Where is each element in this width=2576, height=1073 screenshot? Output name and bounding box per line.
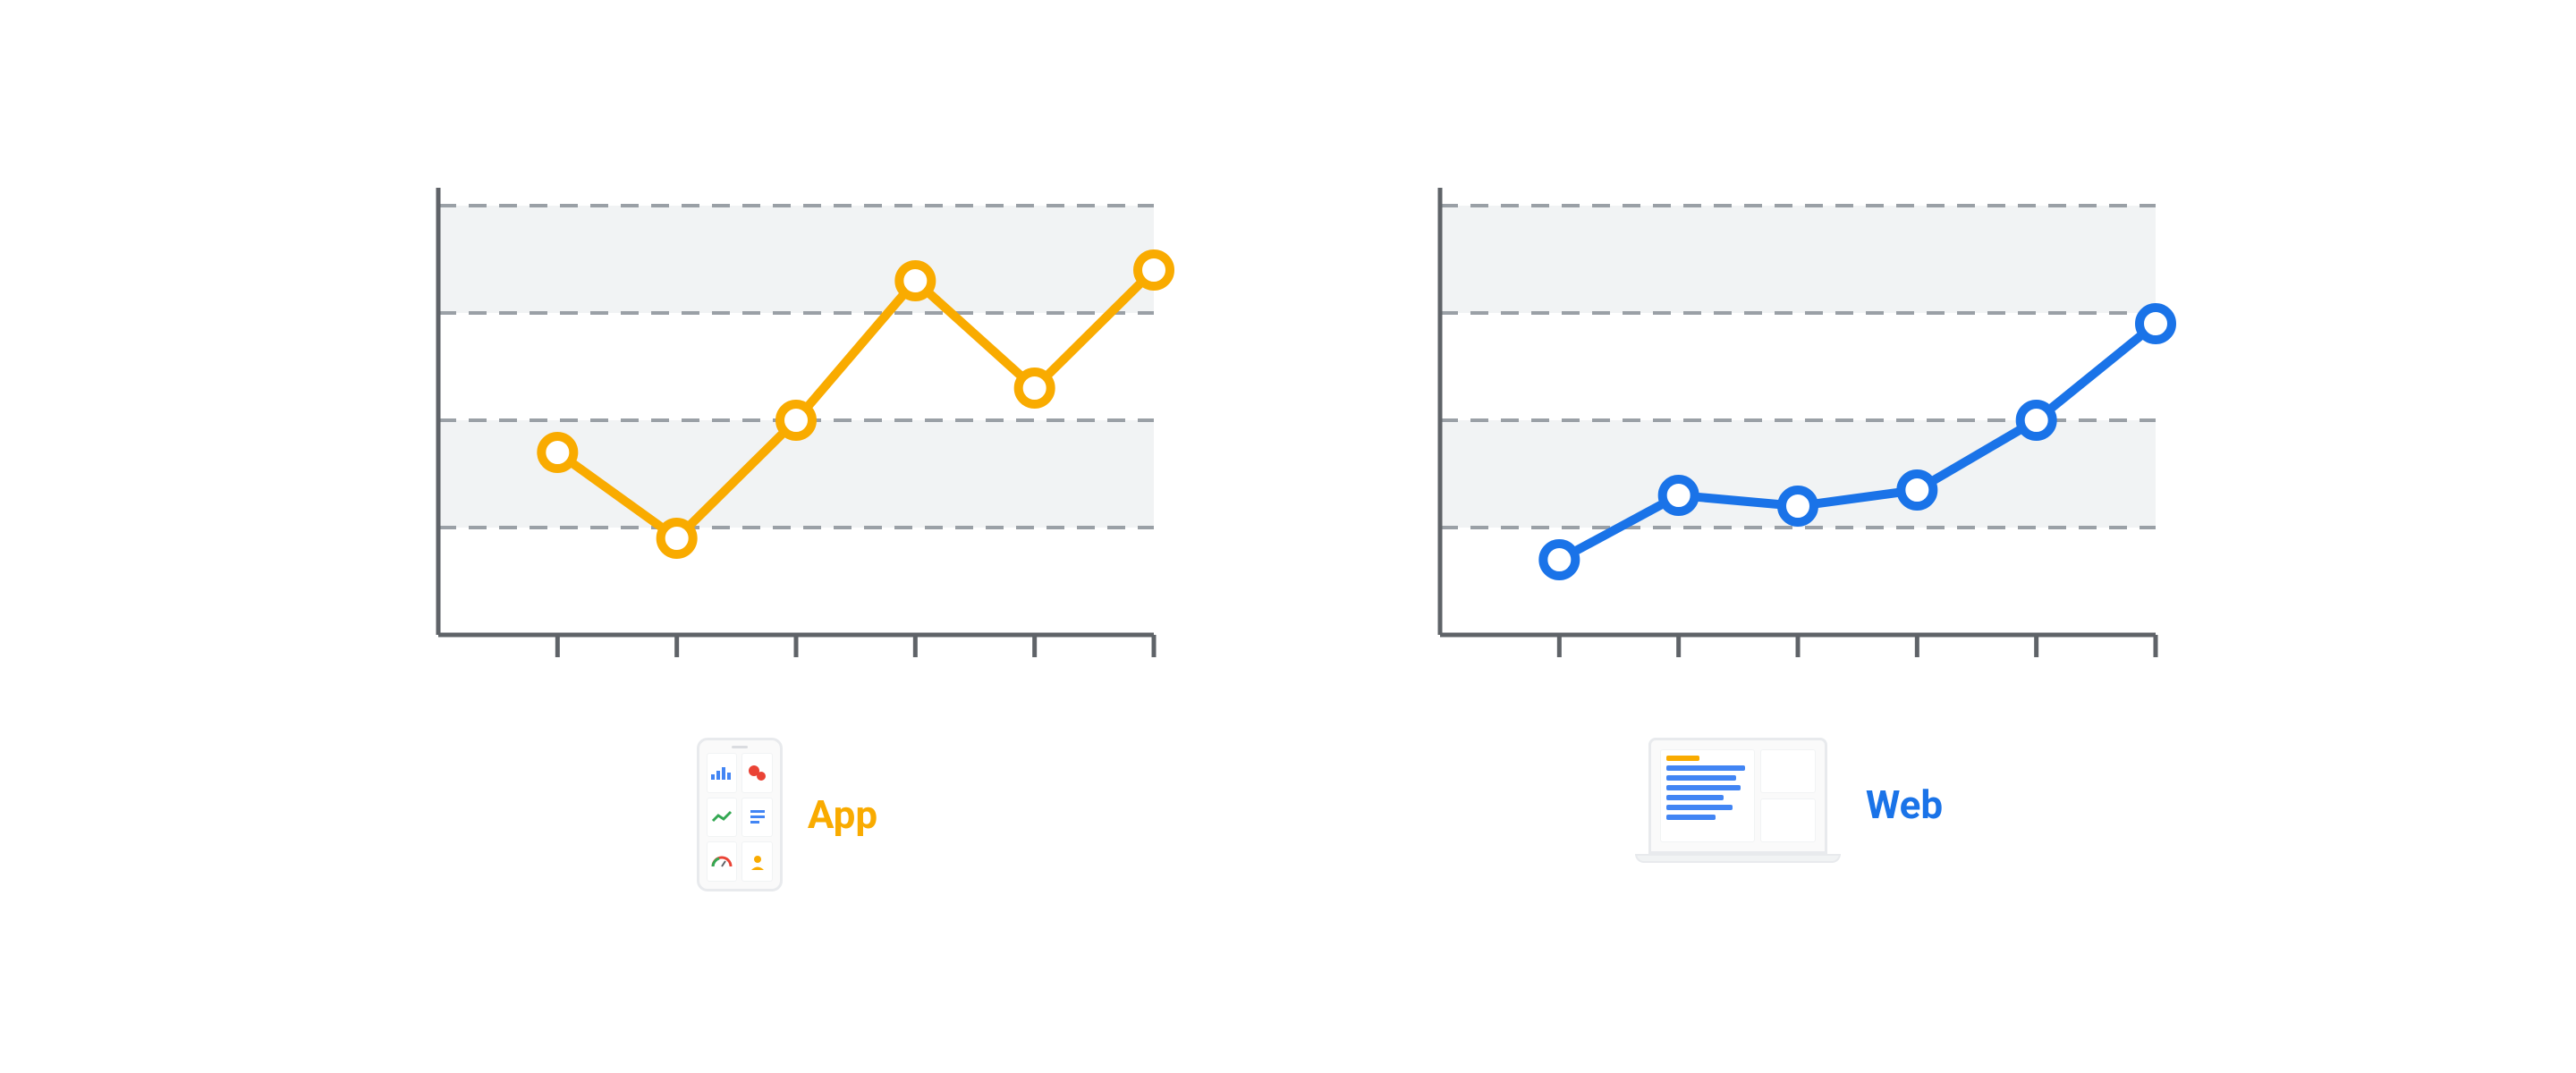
chart-web: Web: [1386, 188, 2191, 891]
phone-icon: [697, 738, 783, 891]
chart-app: App: [385, 188, 1190, 891]
legend-app: App: [697, 738, 877, 891]
laptop-icon: [1635, 738, 1841, 872]
line-chart-web: [1386, 188, 2191, 689]
legend-label-app: App: [808, 791, 877, 838]
line-chart-app: [385, 188, 1190, 689]
legend-web: Web: [1635, 738, 1943, 872]
legend-label-web: Web: [1866, 782, 1943, 828]
